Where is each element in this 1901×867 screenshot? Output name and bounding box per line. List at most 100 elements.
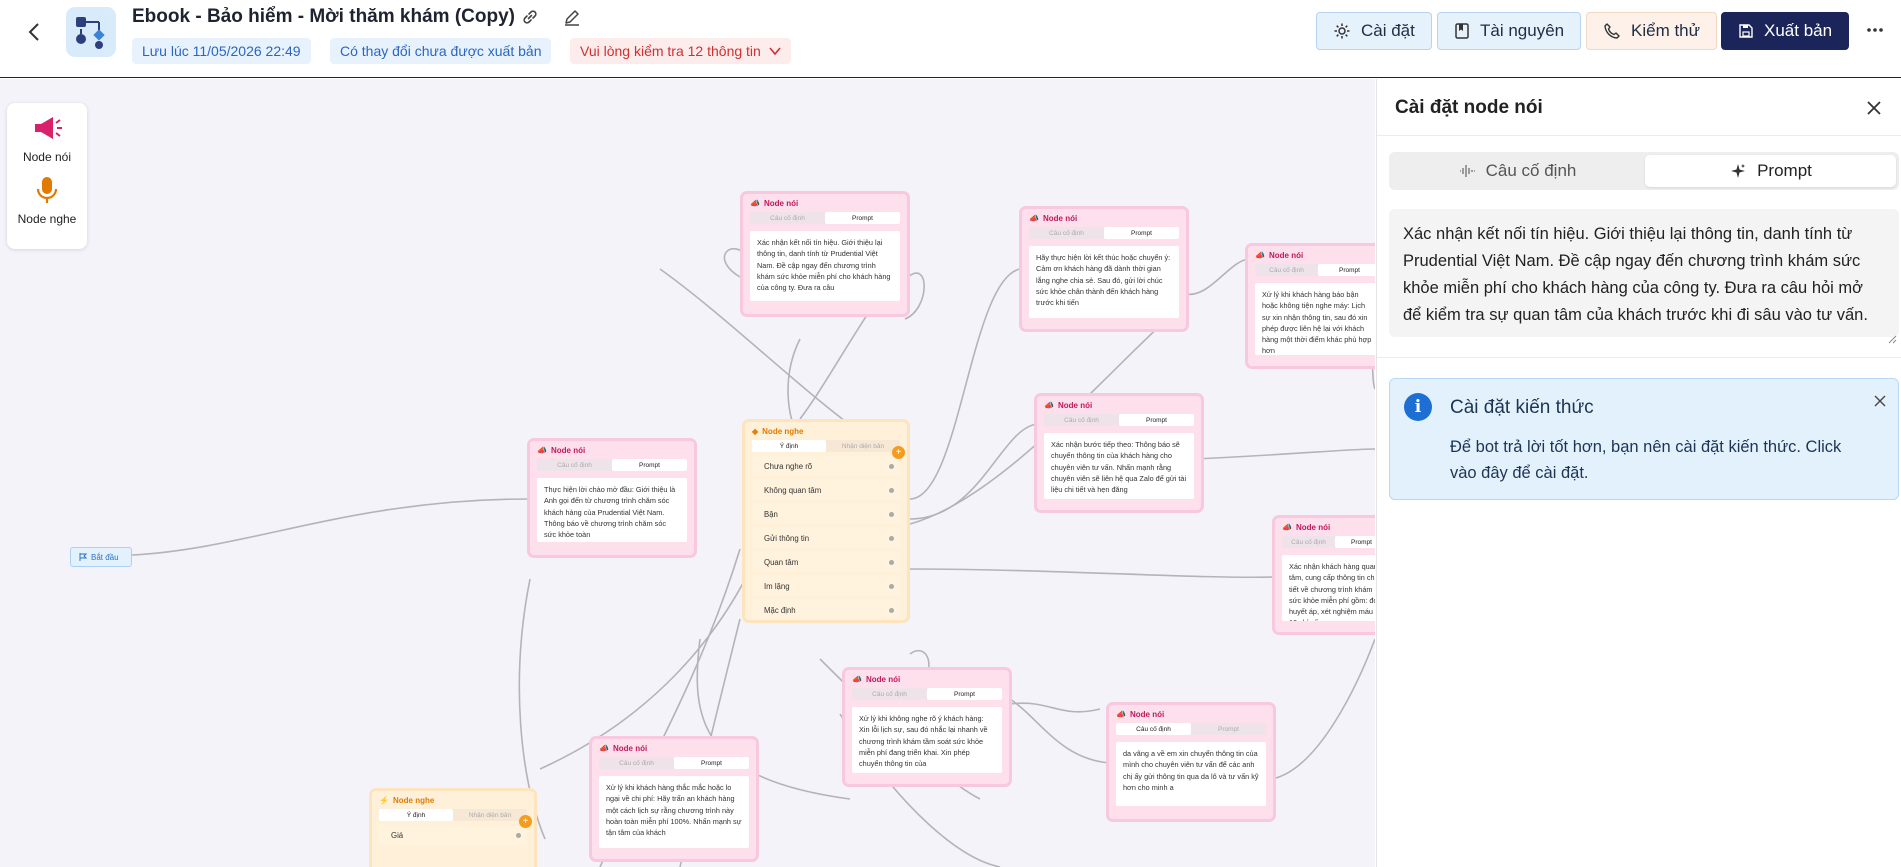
- tab-prompt[interactable]: Prompt: [1104, 227, 1179, 239]
- flag-icon: [79, 553, 87, 561]
- saved-time-chip: Lưu lúc 11/05/2026 22:49: [132, 38, 311, 64]
- tab-prompt[interactable]: Prompt: [1119, 414, 1194, 426]
- megaphone-icon: 📣: [852, 674, 862, 684]
- listen-node-price[interactable]: ⚡ Node nghe Ý định Nhận diện bản + Giá: [372, 791, 534, 867]
- waveform-icon: [1459, 165, 1475, 177]
- tab-fixed[interactable]: Câu cố định: [537, 459, 612, 471]
- divider: [1377, 135, 1901, 136]
- intent-row[interactable]: Không quan tâm: [752, 480, 900, 500]
- speak-node-header: 📣 Node nói: [750, 198, 799, 208]
- flow-canvas[interactable]: Node nói Node nghe Bắt đầu 📣 Node nói Câu…: [0, 79, 1375, 867]
- more-options-icon[interactable]: [1863, 17, 1887, 43]
- listen-node-header: ◈ Node nghe: [752, 426, 804, 436]
- tab-entity[interactable]: Nhận diện bản: [453, 809, 527, 821]
- speak-node-unclear[interactable]: 📣 Node nói Câu cố định Prompt Xử lý khi kh…: [845, 670, 1009, 784]
- microphone-icon: [36, 177, 58, 203]
- tab-prompt[interactable]: Prompt: [1318, 264, 1375, 276]
- add-intent-icon[interactable]: +: [892, 446, 905, 459]
- gear-icon: [1334, 23, 1350, 39]
- intent-row[interactable]: Quan tâm: [752, 552, 900, 572]
- panel-title: Cài đặt node nói: [1395, 97, 1543, 118]
- tab-fixed-sentence[interactable]: Câu cố định: [1392, 155, 1642, 187]
- tab-prompt[interactable]: Prompt: [1191, 723, 1266, 735]
- speak-node-busy[interactable]: 📣 Node nói Câu cố định Prompt Xử lý khi kh…: [1248, 246, 1375, 366]
- intent-row[interactable]: Giá: [379, 825, 527, 845]
- intent-row[interactable]: Gửi thông tin: [752, 528, 900, 548]
- publish-button[interactable]: Xuất bản: [1721, 12, 1850, 50]
- tab-entity[interactable]: Nhận diện bản: [826, 440, 900, 452]
- tab-fixed[interactable]: Câu cố định: [852, 688, 927, 700]
- add-intent-icon[interactable]: +: [519, 815, 532, 828]
- link-icon[interactable]: [519, 6, 541, 28]
- node-prompt-text: Xác nhận kết nối tín hiệu. Giới thiệu lạ…: [750, 231, 900, 301]
- tab-prompt[interactable]: Prompt: [1335, 536, 1375, 548]
- tab-prompt[interactable]: Prompt: [674, 757, 749, 769]
- resources-button[interactable]: Tài nguyên: [1437, 12, 1582, 50]
- speak-node-closing[interactable]: 📣 Node nói Câu cố định Prompt Hãy thực hiệ…: [1022, 209, 1186, 329]
- flow-title: Ebook - Bảo hiểm - Mời thăm khám (Copy): [132, 6, 515, 27]
- resize-grip-icon[interactable]: [1887, 331, 1897, 344]
- close-icon[interactable]: [1861, 95, 1887, 121]
- settings-button-label: Cài đặt: [1361, 21, 1415, 40]
- tab-fixed[interactable]: Câu cố định: [1029, 227, 1104, 239]
- listen-node-main[interactable]: ◈ Node nghe Ý định Nhận diện bản + Chưa ng…: [745, 422, 907, 620]
- intent-row[interactable]: Mặc định: [752, 600, 900, 620]
- node-prompt-text: Hãy thực hiện lời kết thúc hoặc chuyển ý…: [1029, 246, 1179, 318]
- tab-fixed[interactable]: Câu cố định: [1116, 723, 1191, 735]
- validation-warning-chip[interactable]: Vui lòng kiểm tra 12 thông tin: [570, 38, 791, 64]
- node-tabs: Câu cố định Prompt: [1116, 723, 1266, 735]
- speak-node-greeting[interactable]: 📣 Node nói Câu cố định Prompt Thực hiện lờ…: [530, 441, 694, 555]
- speak-node-header: 📣 Node nói: [1044, 400, 1093, 410]
- speak-node-cost[interactable]: 📣 Node nói Câu cố định Prompt Xử lý khi kh…: [592, 739, 756, 859]
- chevron-down-icon: [769, 47, 781, 56]
- top-bar: Ebook - Bảo hiểm - Mời thăm khám (Copy) …: [0, 0, 1901, 78]
- megaphone-icon: 📣: [1116, 709, 1126, 719]
- megaphone-icon: [35, 117, 62, 139]
- tab-fixed[interactable]: Câu cố định: [750, 212, 825, 224]
- tab-prompt-label: Prompt: [1757, 161, 1812, 180]
- speak-node-header: 📣 Node nói: [1255, 250, 1304, 260]
- book-icon: [1455, 23, 1469, 39]
- knowledge-settings-banner[interactable]: i Cài đặt kiến thức Để bot trả lời tốt h…: [1389, 378, 1899, 500]
- node-prompt-text: Xác nhận bước tiếp theo: Thông báo sẽ ch…: [1044, 433, 1194, 499]
- start-node-label: Bắt đầu: [91, 552, 119, 562]
- megaphone-icon: 📣: [1029, 213, 1039, 223]
- settings-button[interactable]: Cài đặt: [1316, 12, 1432, 50]
- node-tabs: Câu cố định Prompt: [1044, 414, 1194, 426]
- tab-fixed[interactable]: Câu cố định: [1044, 414, 1119, 426]
- palette-speak-label: Node nói: [22, 150, 72, 164]
- speak-node-next-step[interactable]: 📣 Node nói Câu cố định Prompt Xác nhận bướ…: [1037, 396, 1201, 510]
- publish-button-label: Xuất bản: [1764, 21, 1833, 40]
- divider: [1377, 357, 1901, 358]
- back-arrow-icon[interactable]: [20, 18, 48, 46]
- prompt-textarea[interactable]: Xác nhận kết nối tín hiệu. Giới thiệu lạ…: [1389, 209, 1899, 337]
- speak-node-intro-confirm[interactable]: 📣 Node nói Câu cố định Prompt Xác nhận kết…: [743, 194, 907, 314]
- tab-fixed[interactable]: Câu cố định: [1282, 536, 1335, 548]
- tab-prompt[interactable]: Prompt: [612, 459, 687, 471]
- tab-intent[interactable]: Ý định: [752, 440, 826, 452]
- node-tabs: Câu cố định Prompt: [750, 212, 900, 224]
- node-tabs: Ý định Nhận diện bản: [752, 440, 900, 452]
- tab-fixed[interactable]: Câu cố định: [599, 757, 674, 769]
- edit-pencil-icon[interactable]: [561, 6, 583, 28]
- test-call-button[interactable]: Kiểm thử: [1586, 12, 1718, 50]
- start-node[interactable]: Bắt đầu: [70, 547, 132, 567]
- speak-node-interested[interactable]: 📣 Node nói Câu cố định Prompt Xác nhận khá…: [1275, 518, 1375, 632]
- intent-row[interactable]: Chưa nghe rõ: [752, 456, 900, 476]
- tab-prompt[interactable]: Prompt: [825, 212, 900, 224]
- tab-prompt[interactable]: Prompt: [927, 688, 1002, 700]
- palette-listen-node[interactable]: Node nghe: [7, 175, 87, 226]
- node-prompt-text: Xử lý khi khách hàng báo bận hoặc không …: [1255, 283, 1375, 355]
- intent-row[interactable]: Im lặng: [752, 576, 900, 596]
- tab-prompt[interactable]: Prompt: [1645, 155, 1896, 187]
- close-icon[interactable]: [1870, 391, 1890, 411]
- speak-node-header: 📣 Node nói: [852, 674, 901, 684]
- intent-row[interactable]: Bận: [752, 504, 900, 524]
- speak-node-transfer[interactable]: 📣 Node nói Câu cố định Prompt da vâng a về…: [1109, 705, 1273, 819]
- tab-fixed[interactable]: Câu cố định: [1255, 264, 1318, 276]
- phone-icon: [1604, 23, 1620, 39]
- tab-intent[interactable]: Ý định: [379, 809, 453, 821]
- flow-app-logo-icon: [66, 7, 116, 57]
- palette-speak-node[interactable]: Node nói: [7, 113, 87, 164]
- speak-node-header: 📣 Node nói: [1116, 709, 1165, 719]
